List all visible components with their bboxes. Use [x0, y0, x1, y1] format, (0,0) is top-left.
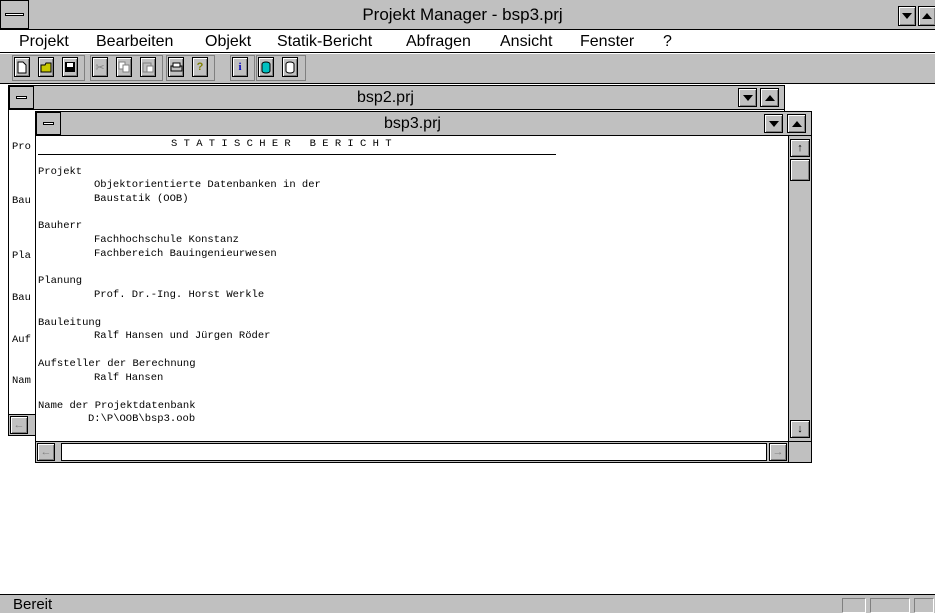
window-bsp3-horizontal-scrollbar[interactable]: ← →: [36, 441, 788, 462]
maximize-button[interactable]: [918, 6, 935, 26]
window-bsp2-label: Pla: [12, 250, 31, 262]
section-line: Fachhochschule Konstanz: [94, 234, 239, 246]
app-title-bar: Projekt Manager - bsp3.prj: [0, 0, 935, 30]
section-line: Prof. Dr.-Ing. Horst Werkle: [94, 289, 265, 301]
section-heading: Planung: [38, 275, 83, 287]
window-bsp3-maximize-button[interactable]: [787, 114, 806, 133]
section-heading: Projekt: [38, 166, 83, 178]
status-panel: [870, 598, 910, 613]
section-heading: Bauleitung: [38, 317, 102, 329]
scrollbar-corner: [788, 441, 811, 462]
scroll-down-button[interactable]: ↓: [790, 420, 810, 438]
scroll-up-button[interactable]: ↑: [790, 139, 810, 157]
section-line: Baustatik (OOB): [94, 193, 189, 205]
window-bsp3[interactable]: bsp3.prj S T A T I S C H E R B E R I C H…: [35, 111, 812, 463]
system-menu-button[interactable]: [0, 0, 29, 29]
window-bsp3-title: bsp3.prj: [384, 115, 441, 132]
window-bsp2-label: Bau: [12, 195, 31, 207]
window-bsp2-horizontal-scrollbar[interactable]: ←: [9, 414, 37, 435]
status-panel: [842, 598, 866, 613]
horizontal-scroll-track[interactable]: [61, 443, 767, 461]
window-bsp3-system-menu[interactable]: [36, 112, 61, 135]
minimize-button[interactable]: [898, 6, 916, 26]
menu-bar: Projekt Bearbeiten Objekt Statik-Bericht…: [0, 31, 935, 53]
copy-icon[interactable]: [116, 57, 132, 77]
minimize-icon: [742, 94, 753, 101]
scroll-left-button[interactable]: ←: [10, 416, 28, 434]
menu-ansicht[interactable]: Ansicht: [500, 32, 552, 52]
save-icon[interactable]: [62, 57, 78, 77]
new-file-icon[interactable]: [14, 57, 30, 77]
section-line: Objektorientierte Datenbanken in der: [94, 179, 321, 191]
menu-help[interactable]: ?: [663, 32, 672, 52]
window-bsp3-title-bar: bsp3.prj: [36, 112, 811, 136]
menu-projekt[interactable]: Projekt: [19, 32, 69, 52]
open-folder-icon[interactable]: [38, 57, 54, 77]
report-content: S T A T I S C H E R B E R I C H T Projek…: [36, 136, 788, 440]
section-line: Fachbereich Bauingenieurwesen: [94, 248, 277, 260]
maximize-icon: [791, 120, 802, 127]
section-heading: Bauherr: [38, 220, 83, 232]
menu-abfragen[interactable]: Abfragen: [406, 32, 471, 52]
report-heading: S T A T I S C H E R B E R I C H T: [171, 138, 392, 150]
window-bsp2-system-menu[interactable]: [9, 86, 34, 109]
minimize-icon: [902, 13, 912, 19]
window-bsp2-title-bar: bsp2.prj: [9, 86, 784, 110]
menu-objekt[interactable]: Objekt: [205, 32, 251, 52]
scroll-thumb[interactable]: [790, 159, 810, 181]
section-heading: Aufsteller der Berechnung: [38, 358, 196, 370]
status-text: Bereit: [13, 596, 53, 613]
system-menu-icon: [5, 12, 24, 16]
report-heading-rule: [38, 154, 556, 155]
paste-icon[interactable]: [140, 57, 156, 77]
menu-fenster[interactable]: Fenster: [580, 32, 634, 52]
menu-bearbeiten[interactable]: Bearbeiten: [96, 32, 173, 52]
window-bsp3-vertical-scrollbar[interactable]: ↑ ↓: [788, 136, 811, 441]
system-menu-icon: [16, 95, 27, 99]
status-panel: [914, 598, 934, 613]
section-heading: Name der Projektdatenbank: [38, 400, 196, 412]
window-bsp2-label: Pro: [12, 141, 31, 153]
database-icon[interactable]: [258, 57, 274, 77]
system-menu-icon: [43, 121, 54, 125]
window-bsp2-minimize-button[interactable]: [738, 88, 757, 107]
maximize-icon: [764, 94, 775, 101]
maximize-icon: [922, 13, 932, 19]
app-title: Projekt Manager - bsp3.prj: [362, 5, 563, 24]
window-bsp3-minimize-button[interactable]: [764, 114, 783, 133]
menu-statik-bericht[interactable]: Statik-Bericht: [277, 32, 372, 52]
window-bsp2-label: Nam: [12, 375, 31, 387]
window-bsp2-maximize-button[interactable]: [760, 88, 779, 107]
section-line: Ralf Hansen und Jürgen Röder: [94, 330, 271, 342]
scroll-right-button[interactable]: →: [769, 443, 787, 461]
toolbar: ✂ ? i: [0, 54, 935, 84]
info-icon[interactable]: i: [232, 57, 248, 77]
help-icon[interactable]: ?: [192, 57, 208, 77]
minimize-icon: [768, 120, 779, 127]
window-bsp2-title: bsp2.prj: [357, 89, 414, 106]
section-line: D:\P\OOB\bsp3.oob: [88, 413, 196, 425]
print-icon[interactable]: [168, 57, 184, 77]
window-bsp2-label: Auf: [12, 334, 31, 346]
section-line: Ralf Hansen: [94, 372, 164, 384]
window-bsp2-label: Bau: [12, 292, 31, 304]
status-bar: Bereit: [0, 594, 935, 613]
scroll-left-button[interactable]: ←: [37, 443, 55, 461]
database-open-icon[interactable]: [282, 57, 298, 77]
cut-icon[interactable]: ✂: [92, 57, 108, 77]
